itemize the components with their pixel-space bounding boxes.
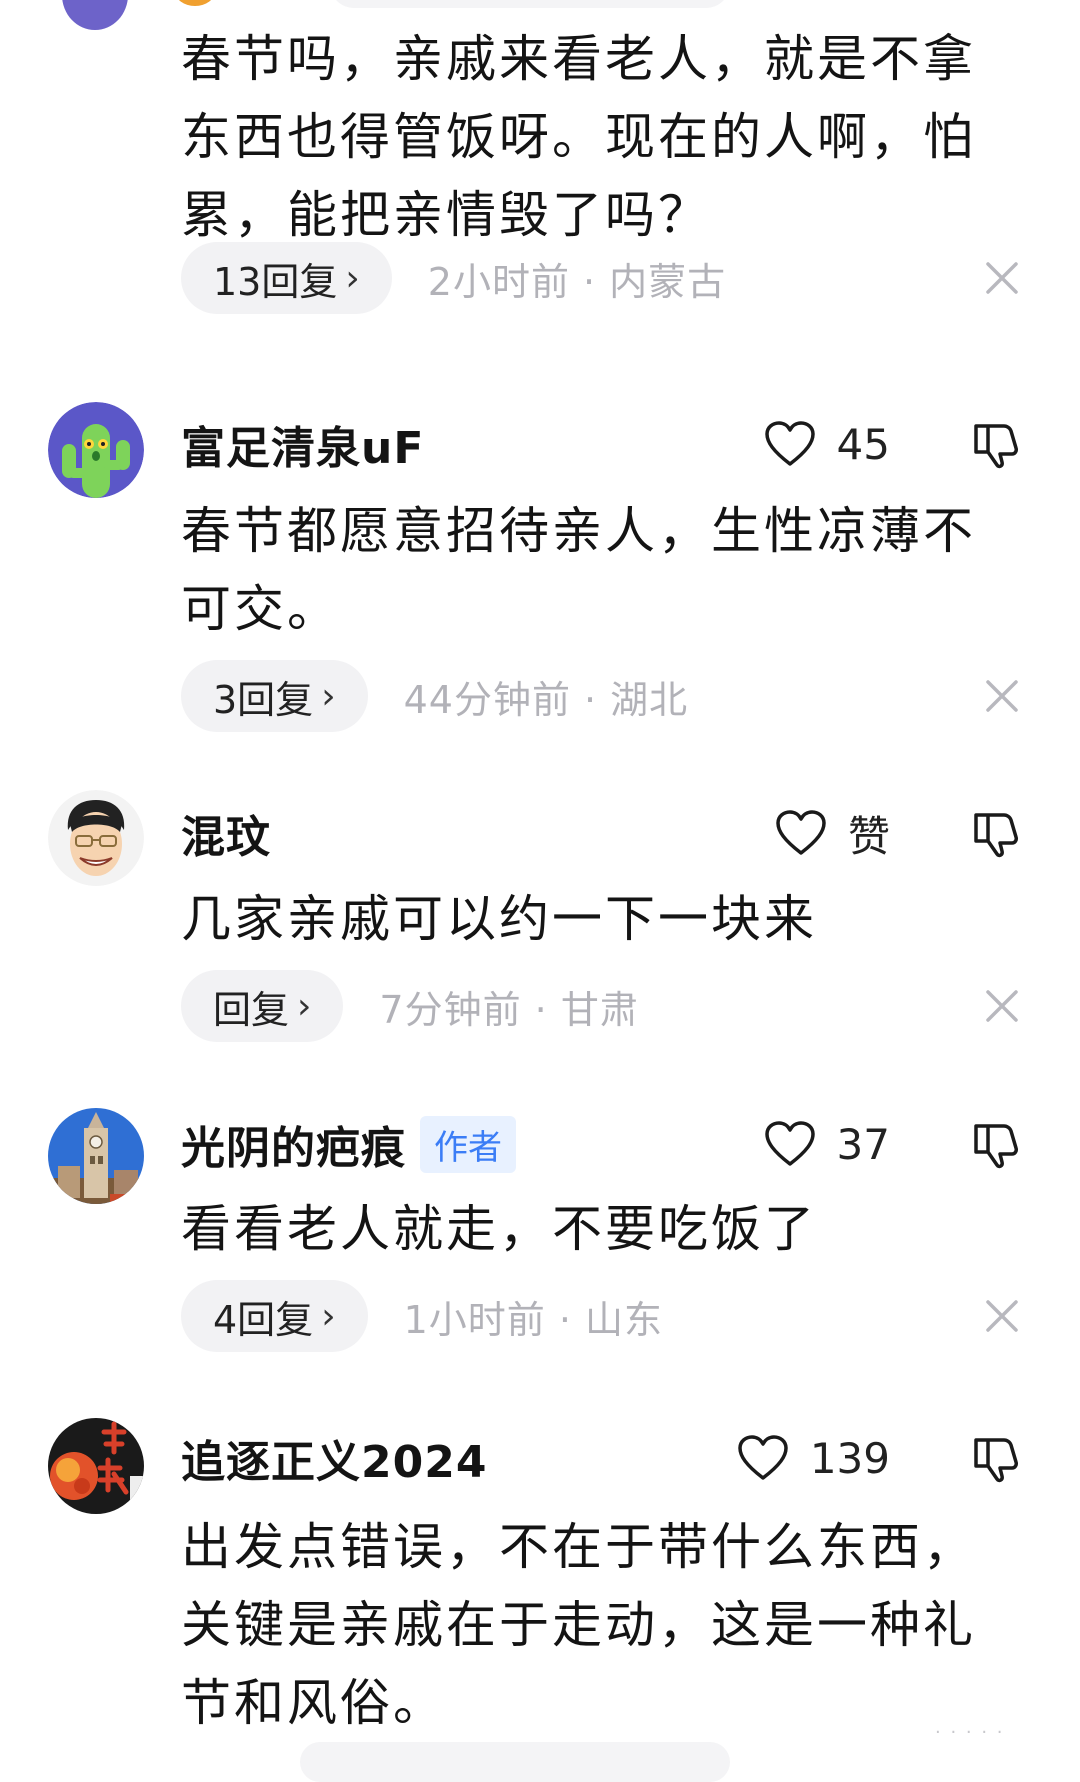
comment-time-location: 1小时前 · 山东 (403, 1297, 664, 1342)
like-button[interactable]: 赞 (774, 803, 890, 863)
like-button[interactable]: 139 (736, 1428, 890, 1488)
reply-button[interactable]: 13回复 › (181, 242, 392, 314)
comment-meta-row: 回复 › 7分钟前 · 甘肃 (181, 970, 639, 1042)
username[interactable]: 富足清泉uF (181, 412, 424, 476)
like-count: 45 (836, 419, 890, 469)
username[interactable]: 混玟 (181, 801, 271, 865)
reply-button[interactable]: 3回复 › (181, 660, 368, 732)
comment-content: 看看老人就走，不要吃饭了 (181, 1200, 817, 1258)
comment-meta-row: 3回复 › 44分钟前 · 湖北 (181, 660, 688, 732)
comment-time-location: 2小时前 · 内蒙古 (427, 259, 727, 304)
comment-header: 混玟 (181, 803, 271, 863)
username[interactable]: 追逐正义2024 (181, 1426, 487, 1490)
username[interactable]: 光阴的疤痕 (181, 1112, 406, 1176)
like-count: 37 (836, 1119, 890, 1169)
thumbs-down-icon[interactable] (966, 1428, 1026, 1488)
comment-meta-row: 4回复 › 1小时前 · 山东 (181, 1280, 663, 1352)
avatar[interactable] (48, 790, 144, 886)
reply-button[interactable]: 回复 › (181, 970, 344, 1042)
previous-avatar-peek (62, 0, 128, 30)
reply-label: 回复 (213, 987, 290, 1032)
comment-header: 追逐正义2024 (181, 1428, 487, 1488)
chevron-right-icon: › (345, 257, 360, 299)
close-icon[interactable] (982, 258, 1022, 298)
avatar[interactable] (48, 1418, 144, 1514)
reply-label: 3回复 (213, 677, 314, 722)
like-count: 赞 (847, 811, 890, 861)
heart-outline-icon (764, 1121, 815, 1166)
comment-time-location: 7分钟前 · 甘肃 (379, 987, 639, 1032)
heart-outline-icon (764, 421, 815, 466)
reply-label: 4回复 (213, 1297, 314, 1342)
comment-content: 出发点错误，不在于带什么东西， 关键是亲戚在于走动，这是一种礼 节和风俗。 (181, 1518, 976, 1732)
like-count: 139 (809, 1433, 890, 1483)
thumbs-down-icon[interactable] (966, 803, 1026, 863)
avatar[interactable] (48, 1108, 144, 1204)
next-pill-peek (300, 1742, 730, 1782)
heart-outline-icon (776, 810, 826, 855)
previous-pill-peek (330, 0, 730, 8)
reply-button[interactable]: 4回复 › (181, 1280, 368, 1352)
like-button[interactable]: 37 (763, 1114, 890, 1174)
close-icon[interactable] (982, 986, 1022, 1026)
comment-content: 春节吗，亲戚来看老人，就是不拿 东西也得管饭呀。现在的人啊，怕 累，能把亲情毁了… (181, 30, 976, 244)
comment-header: 光阴的疤痕 作者 (181, 1114, 516, 1174)
reply-label: 13回复 (213, 259, 338, 304)
chevron-right-icon: › (321, 675, 336, 717)
previous-badge-peek (175, 0, 215, 6)
thumbs-down-icon[interactable] (966, 414, 1026, 474)
chevron-right-icon: › (321, 1295, 336, 1337)
chevron-right-icon: › (297, 985, 312, 1027)
close-icon[interactable] (982, 1296, 1022, 1336)
heart-outline-icon (738, 1435, 788, 1480)
comment-meta-row: 13回复 › 2小时前 · 内蒙古 (181, 242, 726, 314)
like-button[interactable]: 45 (763, 414, 890, 474)
author-badge: 作者 (420, 1115, 516, 1173)
avatar[interactable] (48, 402, 144, 498)
close-icon[interactable] (982, 676, 1022, 716)
comment-content: 几家亲戚可以约一下一块来 (181, 890, 817, 948)
watermark-dots: · · · · · (935, 1722, 1005, 1743)
thumbs-down-icon[interactable] (966, 1114, 1026, 1174)
comment-time-location: 44分钟前 · 湖北 (403, 677, 689, 722)
comment-header: 富足清泉uF (181, 414, 424, 474)
comment-content: 春节都愿意招待亲人，生性凉薄不 可交。 (181, 502, 976, 638)
